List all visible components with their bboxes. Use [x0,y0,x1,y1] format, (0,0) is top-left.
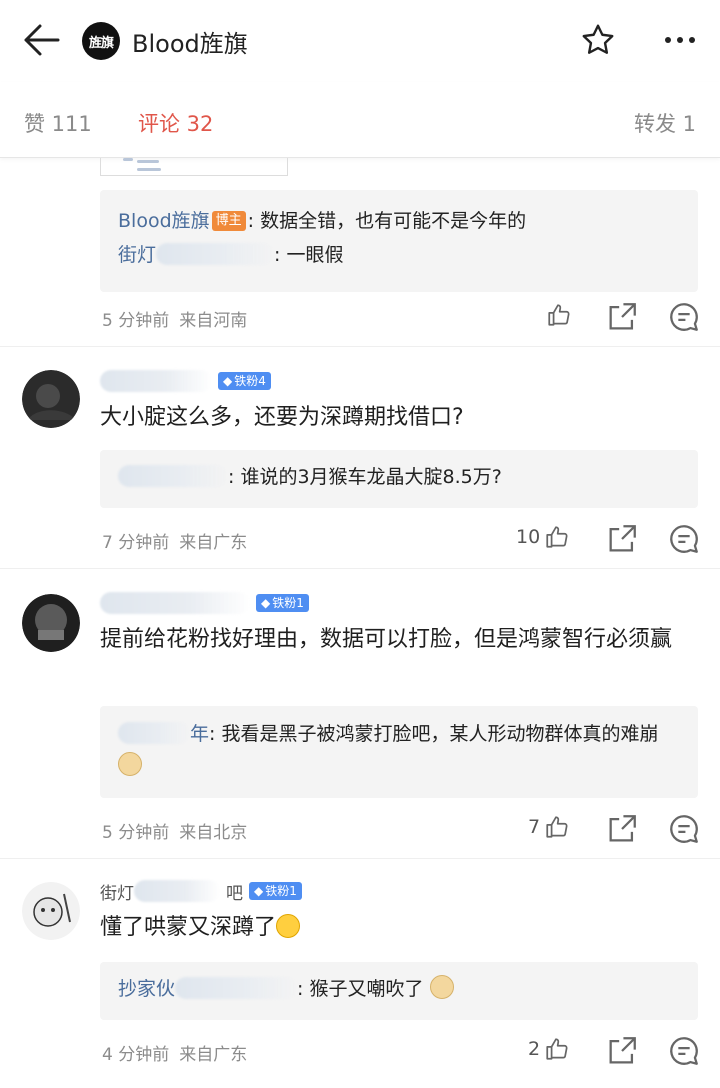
comment-time: 7 分钟前 [102,533,170,553]
comment-meta: 5 分钟前 来自河南 [102,306,247,331]
comment-location: 来自广东 [179,533,248,553]
share-icon[interactable] [604,300,640,334]
comment-list: Blood旌旗 博主: 数据全错，也有可能不是今年的 街灯: 一眼假 5 分钟前来… [0,158,720,1088]
avatar[interactable] [22,594,80,652]
like-count: 2 [528,1038,541,1060]
share-icon[interactable] [604,1034,640,1068]
blurred-name[interactable] [100,370,212,392]
page-title[interactable]: Blood旌旗 [132,24,248,59]
thumbs-up-icon [546,302,572,328]
reply-box[interactable]: : 谁说的3月猴车龙晶大腚8.5万? [100,450,698,508]
reply-box[interactable]: 年: 我看是黑子被鸿蒙打脸吧，某人形动物群体真的难崩 [100,706,698,798]
comment-author-row: ◆ 铁粉1 [100,590,309,616]
comment-meta: 5 分钟前 来自北京 [102,818,247,843]
blurred-name[interactable] [100,592,250,614]
reply-author[interactable]: Blood旌旗 [118,210,210,232]
doge-emoji [429,975,454,999]
comment-icon[interactable] [666,300,702,334]
comment-author[interactable]: 街灯 [100,879,134,904]
reply-author[interactable]: 街灯 [118,244,156,266]
comment-meta: 7 分钟前 来自广东 [102,528,247,553]
comment-time: 4 分钟前 [102,1045,170,1065]
reply-line: Blood旌旗 博主: 数据全错，也有可能不是今年的 [118,204,680,238]
comment-author-tail[interactable]: 吧 [226,879,243,904]
tab-bar: 赞 111 评论 32 转发 1 [0,82,720,158]
reply-line: 街灯 : 一眼假 [118,238,680,272]
more-icon[interactable] [658,22,702,58]
reply-author[interactable]: 抄家伙 [118,978,175,1000]
doge-emoji [118,752,142,776]
blurred-name[interactable] [118,722,190,744]
author-avatar[interactable]: 旌旗 [82,22,120,60]
blurred-name[interactable] [118,465,228,487]
comment-text: 提前给花粉找好理由，数据可以打脸，但是鸿蒙智行必须赢 [100,627,673,652]
comment-icon[interactable] [666,812,702,846]
tab-likes[interactable]: 赞 111 [24,108,92,138]
divider [0,858,720,859]
tab-comments[interactable]: 评论 32 [138,108,213,138]
reply-text: : 数据全错，也有可能不是今年的 [247,210,527,232]
share-icon[interactable] [604,522,640,556]
comment-author-row: ◆ 铁粉4 [100,368,271,394]
avatar[interactable] [22,882,80,940]
thumbs-up-icon [544,814,570,840]
comment-text-body: 懂了哄蒙又深蹲了 [100,915,277,940]
fan-badge: ◆ 铁粉4 [218,372,271,390]
blurred-name[interactable] [134,880,220,902]
laugh-cry-emoji [276,914,301,938]
attached-image-fragment[interactable] [100,158,288,176]
divider [0,346,720,347]
reply-box[interactable]: 抄家伙 : 猴子又嘲吹了 [100,962,698,1020]
blurred-name[interactable] [175,977,298,999]
comment-location: 来自北京 [179,823,248,843]
comment-text: 懂了哄蒙又深蹲了 [100,910,704,946]
like-button[interactable]: 7 [528,814,570,840]
thumbs-up-icon [544,1036,570,1062]
divider [0,568,720,569]
top-bar: 旌旗 Blood旌旗 [0,0,720,82]
fan-badge-label: 铁粉4 [234,374,266,388]
like-button[interactable] [546,302,572,328]
like-button[interactable]: 2 [528,1036,570,1062]
like-button[interactable]: 10 [516,524,570,550]
comment-time: 5 分钟前 [102,311,170,331]
comment-location: 来自广东 [179,1045,248,1065]
comment-icon[interactable] [666,522,702,556]
fan-badge: ◆ 铁粉1 [256,594,309,612]
host-badge: 博主 [211,211,246,231]
like-count: 7 [528,816,541,838]
fan-badge: ◆ 铁粉1 [249,882,302,900]
back-arrow-icon[interactable] [20,20,64,60]
avatar[interactable] [22,370,80,428]
comment-time: 5 分钟前 [102,823,170,843]
like-count: 10 [516,526,541,548]
avatar-logo-text: 旌旗 [88,35,114,51]
reply-author[interactable]: 年 [190,723,209,745]
share-icon[interactable] [604,812,640,846]
comment-icon[interactable] [666,1034,702,1068]
blurred-name [156,243,275,265]
reply-box[interactable]: Blood旌旗 博主: 数据全错，也有可能不是今年的 街灯 : 一眼假 [100,190,698,292]
thumbs-up-icon [544,524,570,550]
fan-badge-label: 铁粉1 [272,596,304,610]
comment-text: 大小腚这么多，还要为深蹲期找借口? [100,405,464,430]
comment-location: 来自河南 [179,311,248,331]
comment-author-row: 街灯 吧 ◆ 铁粉1 [100,878,302,904]
comment-meta: 4 分钟前 来自广东 [102,1040,247,1065]
reply-text: : 我看是黑子被鸿蒙打脸吧，某人形动物群体真的难崩 [209,723,659,745]
tab-reposts[interactable]: 转发 1 [634,108,696,138]
star-icon[interactable] [580,22,616,58]
reply-text: : 谁说的3月猴车龙晶大腚8.5万? [228,466,502,488]
fan-badge-label: 铁粉1 [265,884,297,898]
reply-text: : 一眼假 [274,244,344,266]
reply-text: : 猴子又嘲吹了 [297,978,424,1000]
